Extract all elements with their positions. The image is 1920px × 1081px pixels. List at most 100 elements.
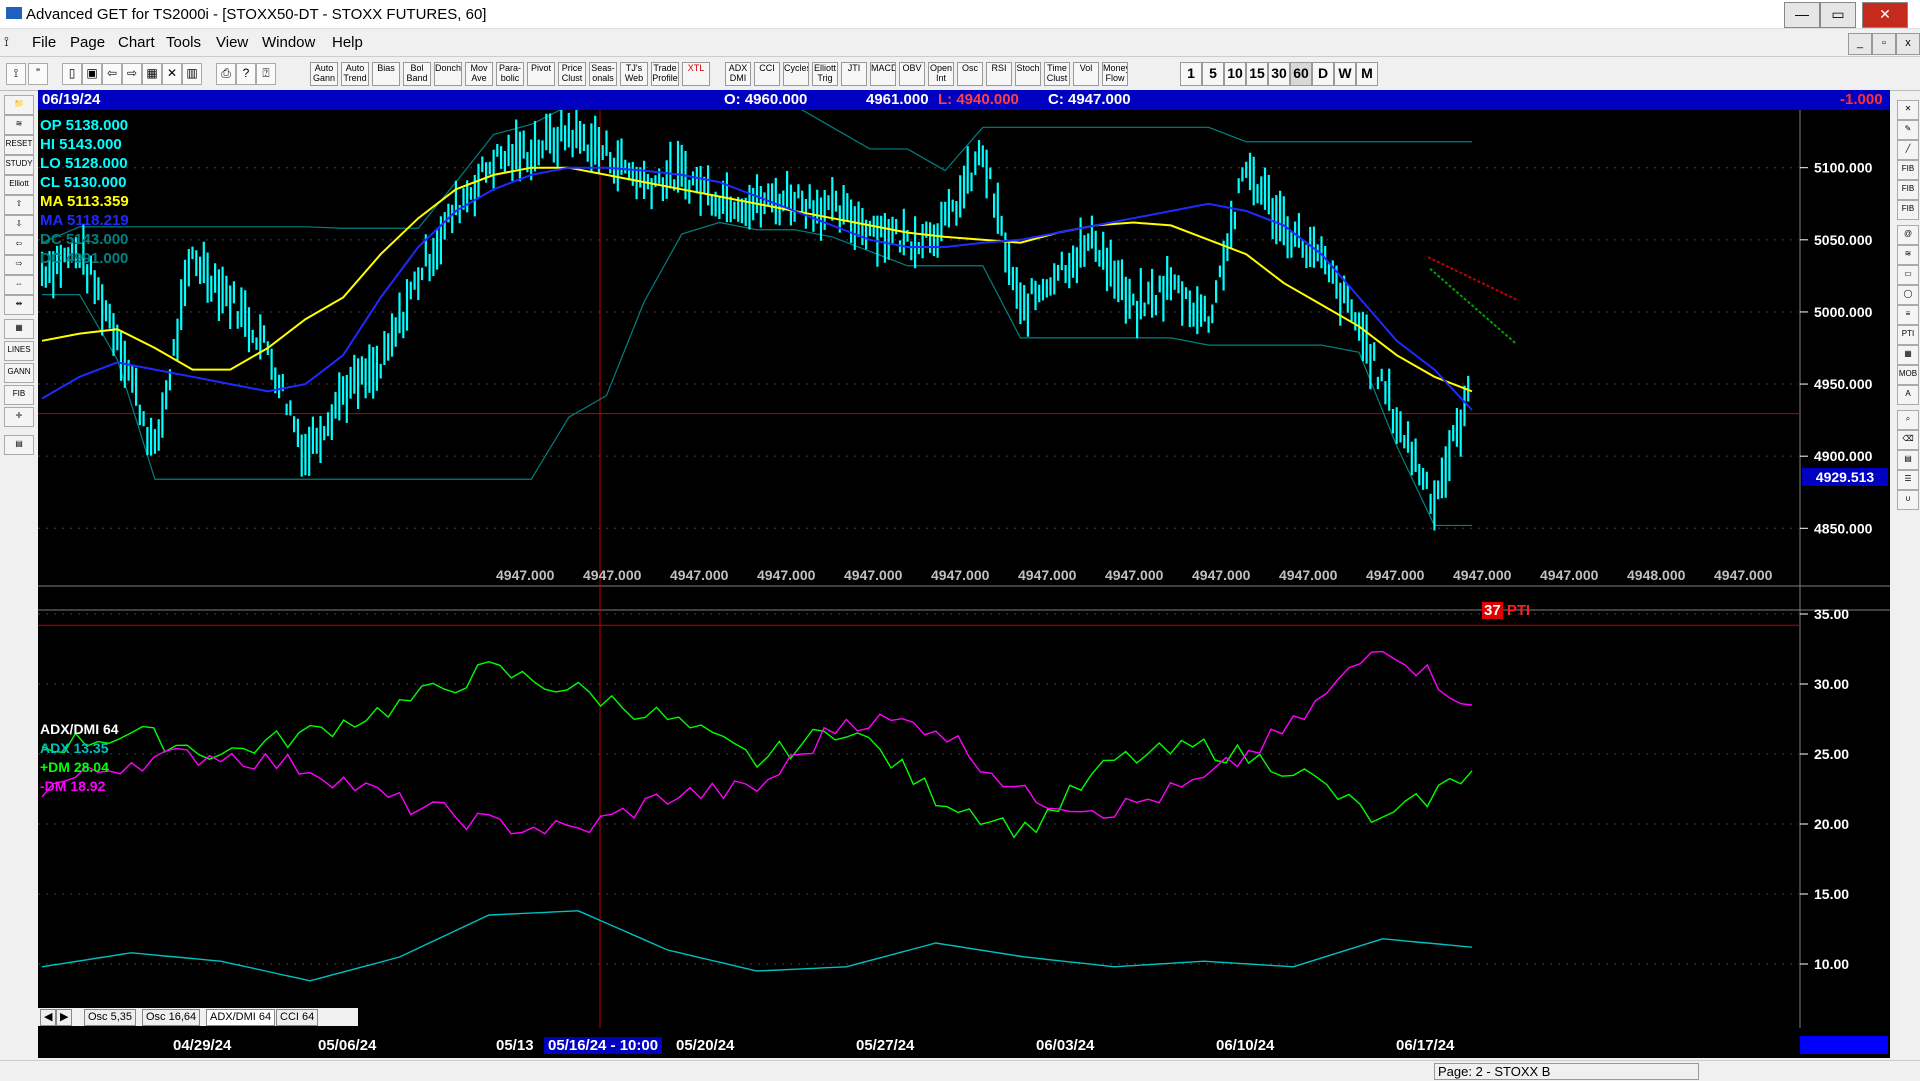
interval-button-5[interactable]: 5 [1202, 62, 1224, 86]
interval-button-W[interactable]: W [1334, 62, 1356, 86]
trendline-icon[interactable]: ╱ [1897, 140, 1919, 160]
study-button-25[interactable]: Vol [1073, 62, 1099, 86]
channel-icon[interactable]: ≡ [1897, 305, 1919, 325]
tab-indicator-2[interactable]: ADX/DMI 64 [206, 1009, 276, 1026]
ellipse-icon[interactable]: ◯ [1897, 285, 1919, 305]
help-icon[interactable]: ? [236, 63, 256, 85]
lines-icon[interactable]: LINES [4, 341, 34, 361]
menu-file[interactable]: File [32, 34, 56, 51]
study-button-21[interactable]: Osc [957, 62, 983, 86]
table-icon[interactable]: ▦ [4, 319, 34, 339]
study-button-4[interactable]: Donch [434, 62, 462, 86]
layout-icon[interactable]: ▥ [182, 63, 202, 85]
price-chart[interactable]: 5100.000 5050.000 5000.000 4950.000 4900.000… [38, 110, 1890, 1028]
mdi-close-button[interactable]: x [1896, 33, 1920, 55]
study-button-19[interactable]: OBV [899, 62, 925, 86]
gann-icon[interactable]: GANN [4, 363, 34, 383]
study-button-10[interactable]: TJ's Web [620, 62, 648, 86]
print-icon[interactable]: ⎙ [216, 63, 236, 85]
study-button-9[interactable]: Seas-onals [589, 62, 617, 86]
study-button-14[interactable]: CCI [754, 62, 780, 86]
interval-button-30[interactable]: 30 [1268, 62, 1290, 86]
open-folder-icon[interactable]: 📁 [4, 95, 34, 115]
menu-window[interactable]: Window [262, 34, 315, 51]
interval-button-D[interactable]: D [1312, 62, 1334, 86]
study-button-3[interactable]: Bol Band [403, 62, 431, 86]
list-icon[interactable]: ☰ [1897, 470, 1919, 490]
study-button-1[interactable]: Auto Trend [341, 62, 369, 86]
pti-icon[interactable]: PTI [1897, 325, 1919, 345]
mdi-restore-button[interactable]: ▫ [1872, 33, 1896, 55]
maximize-button[interactable]: ▭ [1820, 2, 1856, 28]
study-icon[interactable]: STUDY [4, 155, 34, 175]
new-page-icon[interactable]: ▯ [62, 63, 82, 85]
delete-icon[interactable]: ✕ [162, 63, 182, 85]
fib-extension-icon[interactable]: FIB [1897, 180, 1919, 200]
study-button-5[interactable]: Mov Ave [465, 62, 493, 86]
arrow-up-icon[interactable]: ⇧ [4, 195, 34, 215]
forward-icon[interactable]: ⇨ [122, 63, 142, 85]
box-icon[interactable]: ▭ [1897, 265, 1919, 285]
fib-icon[interactable]: FIB [4, 385, 34, 405]
menu-page[interactable]: Page [70, 34, 105, 51]
interval-button-60[interactable]: 60 [1290, 62, 1312, 86]
eraser-icon[interactable]: ⌫ [1897, 430, 1919, 450]
menu-chart[interactable]: Chart [118, 34, 155, 51]
study-button-16[interactable]: Elliott Trig [812, 62, 838, 86]
quote-icon[interactable]: ” [28, 63, 48, 85]
study-button-26[interactable]: Money Flow [1102, 62, 1128, 86]
text-icon[interactable]: A [1897, 385, 1919, 405]
study-button-8[interactable]: Price Clust [558, 62, 586, 86]
study-button-13[interactable]: ADX DMI [725, 62, 751, 86]
chart-window[interactable]: 06/19/24 O: 4960.000 4961.000 L: 4940.00… [38, 90, 1890, 1058]
compress-icon[interactable]: ⇹ [4, 295, 34, 315]
study-button-23[interactable]: Stoch [1015, 62, 1041, 86]
study-button-20[interactable]: Open Int [928, 62, 954, 86]
context-help-icon[interactable]: ⍰ [256, 63, 276, 85]
tab-scroll-left[interactable]: ◀ [40, 1009, 57, 1026]
arrow-down-icon[interactable]: ⇩ [4, 215, 34, 235]
mdi-doc-icon[interactable]: ⟟ [4, 34, 9, 50]
study-button-12[interactable]: XTL [682, 62, 710, 86]
elliott-icon[interactable]: Elliott [4, 175, 34, 195]
menu-tools[interactable]: Tools [166, 34, 201, 51]
menu-view[interactable]: View [216, 34, 248, 51]
study-button-18[interactable]: MACD [870, 62, 896, 86]
close-button[interactable]: ✕ [1862, 2, 1908, 28]
arrow-left-icon[interactable]: ⇦ [4, 235, 34, 255]
study-button-15[interactable]: Cycles [783, 62, 809, 86]
arrow-right-icon[interactable]: ⇨ [4, 255, 34, 275]
cross-icon[interactable]: ✛ [4, 407, 34, 427]
fib-retracement-icon[interactable]: FIB [1897, 160, 1919, 180]
interval-button-15[interactable]: 15 [1246, 62, 1268, 86]
study-button-2[interactable]: Bias [372, 62, 400, 86]
study-button-7[interactable]: Pivot [527, 62, 555, 86]
zoom-icon[interactable]: ⌕ [1897, 410, 1919, 430]
spiral-icon[interactable]: @ [1897, 225, 1919, 245]
magnet-icon[interactable]: ∪ [1897, 490, 1919, 510]
study-button-17[interactable]: JTI [841, 62, 867, 86]
study-button-11[interactable]: Trade Profile [651, 62, 679, 86]
fib-time-icon[interactable]: FIB [1897, 200, 1919, 220]
fan-icon[interactable]: ≋ [1897, 245, 1919, 265]
interval-button-10[interactable]: 10 [1224, 62, 1246, 86]
back-icon[interactable]: ⇦ [102, 63, 122, 85]
notes-icon[interactable]: ▤ [4, 435, 34, 455]
tab-indicator-1[interactable]: Osc 16,64 [142, 1009, 201, 1026]
expand-icon[interactable]: ⇔ [4, 275, 34, 295]
cross-cursor-icon[interactable]: ✕ [1897, 100, 1919, 120]
mdi-minimize-button[interactable]: _ [1848, 33, 1872, 55]
study-button-22[interactable]: RSI [986, 62, 1012, 86]
tab-indicator-3[interactable]: CCI 64 [276, 1009, 319, 1026]
study-button-6[interactable]: Para-bolic [496, 62, 524, 86]
menu-help[interactable]: Help [332, 34, 363, 51]
symbol-icon[interactable]: ≋ [4, 115, 34, 135]
reset-icon[interactable]: RESET [4, 135, 34, 155]
minimize-button[interactable]: — [1784, 2, 1820, 28]
mob-icon[interactable]: MOB [1897, 365, 1919, 385]
calendar-icon[interactable]: ▤ [1897, 450, 1919, 470]
open-icon[interactable]: ▣ [82, 63, 102, 85]
interval-button-M[interactable]: M [1356, 62, 1378, 86]
interval-button-1[interactable]: 1 [1180, 62, 1202, 86]
crosshair-icon[interactable]: ⟟ [6, 63, 26, 85]
